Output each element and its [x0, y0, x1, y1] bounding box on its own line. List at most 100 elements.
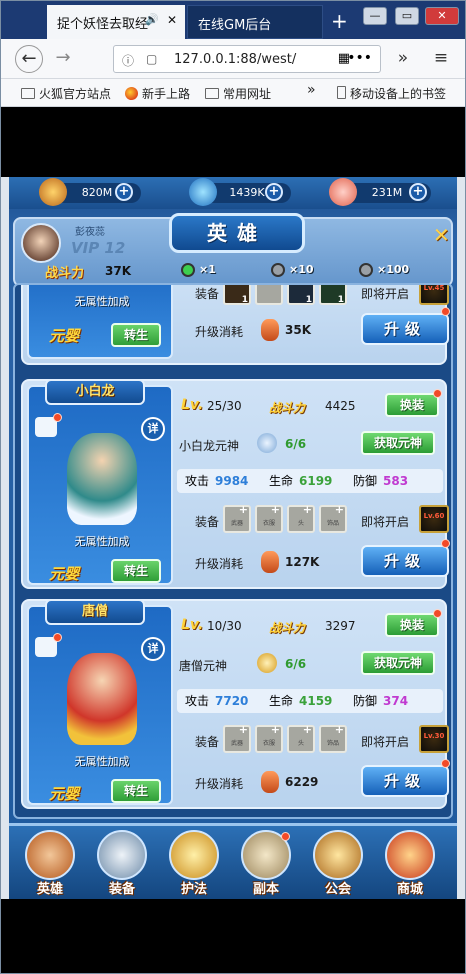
maximize-button[interactable]: ▭ — [395, 7, 419, 25]
gem-count-100: ×100 — [377, 263, 410, 276]
nav-equipment[interactable]: 装备 — [91, 830, 153, 899]
unlock-label: 即将开启 — [361, 515, 410, 529]
equip-slot-armor[interactable]: + 衣服 — [255, 504, 283, 533]
yuanying-label: 元婴 — [49, 327, 80, 345]
upgrade-material-icon — [261, 771, 279, 793]
upgrade-material-icon — [261, 551, 279, 573]
url-text[interactable]: 127.0.0.1:88/west/ — [174, 52, 296, 67]
bookmark-firefox-official[interactable]: 火狐官方站点 — [21, 85, 111, 102]
slot-label: 头 — [297, 740, 304, 747]
nav-guild[interactable]: 公会 — [307, 830, 369, 899]
hero-card-xiaobailong: 详 无属性加成 元婴 转生 小白龙 Lv. 25/30 战斗力 4425 换装 … — [21, 379, 450, 589]
equip-slot-accessory[interactable]: + 饰品 — [319, 724, 347, 753]
bookmarks-more-icon[interactable]: » — [307, 82, 316, 98]
unlock-lock-icon[interactable]: Lv.30 — [419, 725, 449, 753]
unlock-lock-icon[interactable]: Lv.45 — [419, 285, 449, 305]
nav-shop[interactable]: 商城 — [379, 830, 441, 899]
firefox-icon — [125, 87, 138, 100]
unlock-label: 即将开启 — [361, 735, 410, 749]
new-tab-button[interactable]: + — [331, 9, 348, 33]
cost-label: 升级消耗 — [195, 325, 244, 339]
rebirth-button[interactable]: 转生 — [111, 323, 161, 347]
equip-slot-accessory[interactable]: + 饰品 — [319, 504, 347, 533]
hero-portrait[interactable]: 无属性加成 元婴 转生 — [27, 285, 173, 359]
equip-slot-head[interactable]: + 头 — [287, 724, 315, 753]
rebirth-button[interactable]: 转生 — [111, 779, 161, 803]
game-canvas[interactable]: 820M + 1439K + 231M + 彭夜蕊 VIP 12 战斗力 37K… — [9, 177, 457, 899]
menu-icon[interactable]: ≡ — [427, 45, 455, 73]
letterbox-top — [1, 107, 465, 177]
nav-heroes[interactable]: 英雄 — [19, 830, 81, 899]
detail-button[interactable]: 详 — [141, 417, 165, 441]
defense-label: 防御 — [353, 474, 378, 488]
player-nickname: 彭夜蕊 — [75, 227, 105, 238]
unlock-lock-icon[interactable]: Lv.60 — [419, 505, 449, 533]
equip-slot-armor[interactable]: + 衣服 — [255, 724, 283, 753]
overflow-icon[interactable]: » — [389, 45, 417, 73]
speaker-icon[interactable]: 🔊 — [145, 13, 159, 26]
get-spirit-button[interactable]: 获取元神 — [361, 651, 435, 675]
notification-dot — [441, 759, 450, 768]
bookmark-mobile[interactable]: 移动设备上的书签 — [337, 85, 446, 102]
spirit-icon — [257, 433, 277, 453]
spirit-label: 小白龙元神 — [179, 439, 240, 453]
equip-label: 装备 — [195, 287, 220, 301]
equip-slot-accessory[interactable]: 1 — [319, 285, 347, 305]
page-actions-icon[interactable]: ••• — [347, 50, 372, 66]
tab-bar: 捉个妖怪去取经 🔊 ✕ 在线GM后台 + — ▭ ✕ — [1, 1, 465, 39]
vip-badge: VIP 12 — [71, 239, 126, 257]
level-value: 25/30 — [207, 399, 242, 413]
minimize-button[interactable]: — — [363, 7, 387, 25]
add-peach-button[interactable]: + — [409, 183, 427, 201]
attr-text: 无属性加成 — [74, 535, 130, 548]
slot-label: 武器 — [230, 520, 243, 527]
rebirth-button[interactable]: 转生 — [111, 559, 161, 583]
add-gold-button[interactable]: + — [115, 183, 133, 201]
bookmark-common-sites[interactable]: 常用网址 — [205, 85, 271, 102]
equip-slot-weapon[interactable]: + 武器 — [223, 724, 251, 753]
equip-slot-head[interactable]: + 头 — [287, 504, 315, 533]
notification-dot — [441, 307, 450, 316]
change-outfit-button[interactable]: 换装 — [385, 613, 439, 637]
hero-name: 唐僧 — [45, 599, 145, 625]
info-icon[interactable]: ⓘ — [122, 52, 134, 69]
resource-bar: 820M + 1439K + 231M + — [9, 177, 457, 209]
upgrade-button[interactable]: 升级 — [361, 313, 449, 345]
hero-list[interactable]: 无属性加成 元婴 转生 装备 1 + 1 1 即将开启 Lv.45 升级消耗 3… — [13, 283, 453, 819]
equip-label: 装备 — [195, 515, 220, 529]
close-panel-icon[interactable]: ✕ — [433, 223, 455, 247]
nav-dungeon[interactable]: 副本 — [235, 830, 297, 899]
defense-label: 防御 — [353, 694, 378, 708]
detail-button[interactable]: 详 — [141, 637, 165, 661]
upgrade-button[interactable]: 升级 — [361, 545, 449, 577]
close-window-button[interactable]: ✕ — [425, 7, 459, 25]
cost-value: 6229 — [285, 775, 319, 789]
upgrade-button[interactable]: 升级 — [361, 765, 449, 797]
equip-slot-head[interactable]: 1 — [287, 285, 315, 305]
hero-card-tangseng: 详 无属性加成 元婴 转生 唐僧 Lv. 10/30 战斗力 3297 换装 唐… — [21, 599, 450, 809]
back-button[interactable]: ← — [15, 45, 43, 73]
tab-game[interactable]: 捉个妖怪去取经 🔊 ✕ — [47, 5, 185, 39]
tab-gm-admin[interactable]: 在线GM后台 — [187, 5, 323, 39]
change-outfit-button[interactable]: 换装 — [385, 393, 439, 417]
nav-label: 副本 — [252, 882, 279, 897]
add-gem-button[interactable]: + — [265, 183, 283, 201]
forward-button[interactable]: → — [49, 45, 77, 73]
equip-slot-weapon[interactable]: 1 — [223, 285, 251, 305]
slot-label: 衣服 — [262, 520, 275, 527]
hero-portrait[interactable]: 详 无属性加成 元婴 转生 — [27, 605, 173, 805]
gold-value: 820M — [81, 186, 113, 199]
url-bar[interactable]: ⓘ ▢ 127.0.0.1:88/west/ ▦ ••• — [113, 45, 381, 73]
guild-helmet-icon — [313, 830, 363, 880]
gem-value: 1439K — [229, 186, 265, 199]
bookmark-getting-started[interactable]: 新手上路 — [125, 85, 190, 102]
nav-guardian[interactable]: 护法 — [163, 830, 225, 899]
hero-portrait[interactable]: 详 无属性加成 元婴 转生 — [27, 385, 173, 585]
page-title: 英雄 — [169, 213, 305, 253]
equip-slot-weapon[interactable]: + 武器 — [223, 504, 251, 533]
avatar[interactable] — [21, 223, 61, 263]
close-tab-icon[interactable]: ✕ — [167, 13, 177, 27]
page-icon: ▢ — [146, 52, 158, 66]
get-spirit-button[interactable]: 获取元神 — [361, 431, 435, 455]
equip-slot-armor[interactable]: + — [255, 285, 283, 305]
